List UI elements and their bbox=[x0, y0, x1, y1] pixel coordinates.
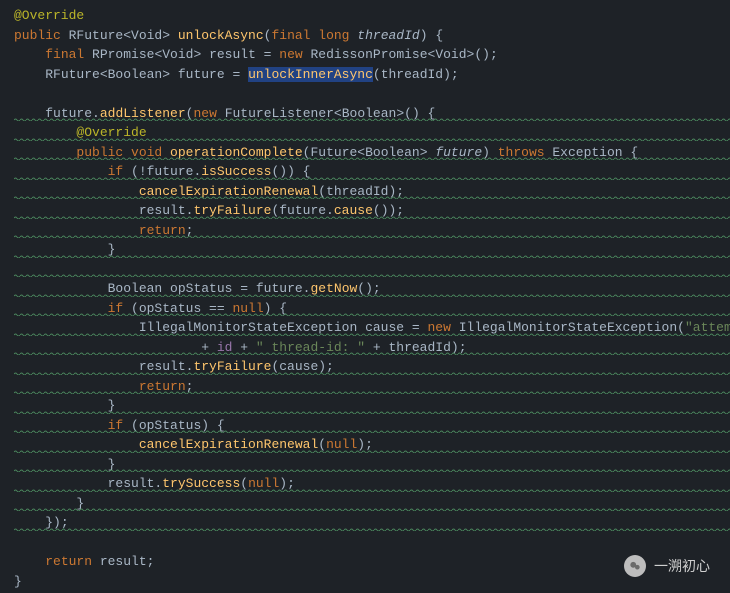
code-line bbox=[14, 84, 730, 104]
code-line: } bbox=[14, 396, 730, 416]
code-line: cancelExpirationRenewal(threadId); bbox=[14, 182, 730, 202]
code-line: cancelExpirationRenewal(null); bbox=[14, 435, 730, 455]
code-line: } bbox=[14, 494, 730, 514]
code-line: result.trySuccess(null); bbox=[14, 474, 730, 494]
code-line: @Override bbox=[14, 6, 730, 26]
code-line: return; bbox=[14, 377, 730, 397]
code-line: result.tryFailure(future.cause()); bbox=[14, 201, 730, 221]
code-line: if (opStatus == null) { bbox=[14, 299, 730, 319]
code-line: final RPromise<Void> result = new Rediss… bbox=[14, 45, 730, 65]
watermark: 一溯初心 bbox=[624, 555, 710, 577]
code-line: }); bbox=[14, 513, 730, 533]
code-line: result.tryFailure(cause); bbox=[14, 357, 730, 377]
code-line: future.addListener(new FutureListener<Bo… bbox=[14, 104, 730, 124]
code-line: if (!future.isSuccess()) { bbox=[14, 162, 730, 182]
code-line: RFuture<Boolean> future = unlockInnerAsy… bbox=[14, 65, 730, 85]
code-line: public void operationComplete(Future<Boo… bbox=[14, 143, 730, 163]
code-editor[interactable]: @Override public RFuture<Void> unlockAsy… bbox=[14, 6, 730, 591]
code-line: if (opStatus) { bbox=[14, 416, 730, 436]
code-line: return; bbox=[14, 221, 730, 241]
watermark-text: 一溯初心 bbox=[654, 556, 710, 577]
code-line: public RFuture<Void> unlockAsync(final l… bbox=[14, 26, 730, 46]
wechat-icon bbox=[624, 555, 646, 577]
code-line: } bbox=[14, 572, 730, 592]
code-line bbox=[14, 260, 730, 280]
code-line: } bbox=[14, 455, 730, 475]
code-line: Boolean opStatus = future.getNow(); bbox=[14, 279, 730, 299]
code-line: return result; bbox=[14, 552, 730, 572]
code-line: IllegalMonitorStateException cause = new… bbox=[14, 318, 730, 338]
code-line: } bbox=[14, 240, 730, 260]
code-line: @Override bbox=[14, 123, 730, 143]
code-line bbox=[14, 533, 730, 553]
code-line: + id + " thread-id: " + threadId); bbox=[14, 338, 730, 358]
